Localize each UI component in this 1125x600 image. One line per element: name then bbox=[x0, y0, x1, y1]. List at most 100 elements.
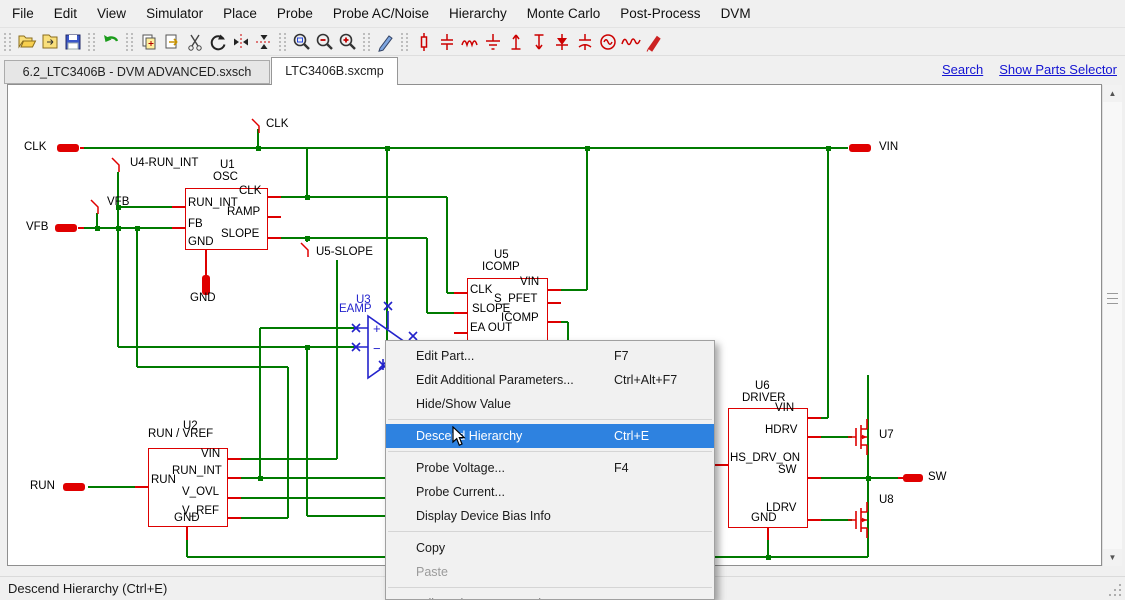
context-item-shortcut: Ctrl+Alt+F7 bbox=[614, 368, 677, 392]
terminal[interactable] bbox=[57, 144, 79, 152]
toolbar-grip bbox=[126, 33, 133, 51]
menu-probe[interactable]: Probe bbox=[267, 6, 323, 21]
context-item-copy[interactable]: Copy bbox=[386, 536, 714, 560]
scroll-thumb-grip[interactable] bbox=[1107, 293, 1118, 294]
menu-file[interactable]: File bbox=[2, 6, 44, 21]
vertical-scrollbar[interactable]: ▲▼ bbox=[1102, 85, 1122, 566]
link-search[interactable]: Search bbox=[942, 62, 983, 77]
toolbar-grip bbox=[401, 33, 408, 51]
context-item-label: Hide/Show Value bbox=[416, 397, 511, 411]
resize-grip-icon[interactable] bbox=[1109, 584, 1123, 598]
context-item-edit-hotkey-command[interactable]: Edit Hotkey Command bbox=[386, 592, 714, 600]
context-item-paste[interactable]: Paste bbox=[386, 560, 714, 584]
copy-icon[interactable] bbox=[137, 31, 160, 54]
zoom-out-icon[interactable] bbox=[313, 31, 336, 54]
toolbar bbox=[0, 29, 1125, 56]
terminal[interactable] bbox=[903, 474, 923, 482]
menu-separator bbox=[386, 416, 714, 424]
context-item-label: Probe Voltage... bbox=[416, 461, 505, 475]
menu-place[interactable]: Place bbox=[213, 6, 267, 21]
menu-edit[interactable]: Edit bbox=[44, 6, 87, 21]
diode-icon[interactable] bbox=[550, 31, 573, 54]
zoom-area-icon[interactable] bbox=[290, 31, 313, 54]
scroll-down-arrow-icon[interactable]: ▼ bbox=[1103, 549, 1122, 566]
terminal[interactable] bbox=[849, 144, 871, 152]
cut-icon[interactable] bbox=[183, 31, 206, 54]
mouse-cursor bbox=[452, 426, 467, 453]
toolbar-grip bbox=[279, 33, 286, 51]
top-links: Search Show Parts Selector bbox=[942, 62, 1117, 77]
context-item-hide-show-value[interactable]: Hide/Show Value bbox=[386, 392, 714, 416]
menu-separator bbox=[386, 528, 714, 536]
context-item-label: Edit Additional Parameters... bbox=[416, 373, 574, 387]
capacitor-icon[interactable] bbox=[435, 31, 458, 54]
menu-separator bbox=[386, 584, 714, 592]
toolbar-grip bbox=[363, 33, 370, 51]
probe-up-icon[interactable] bbox=[504, 31, 527, 54]
wire-icon[interactable] bbox=[374, 31, 397, 54]
probe-down-icon[interactable] bbox=[527, 31, 550, 54]
component-box[interactable] bbox=[728, 408, 808, 528]
save-icon[interactable] bbox=[61, 31, 84, 54]
context-item-label: Copy bbox=[416, 541, 445, 555]
menu-monte-carlo[interactable]: Monte Carlo bbox=[517, 6, 611, 21]
status-text: Descend Hierarchy (Ctrl+E) bbox=[8, 581, 167, 596]
context-item-label: Paste bbox=[416, 565, 448, 579]
context-item-edit-additional-parameters[interactable]: Edit Additional Parameters... Ctrl+Alt+F7 bbox=[386, 368, 714, 392]
component-box[interactable] bbox=[467, 278, 548, 348]
rotate-icon[interactable] bbox=[206, 31, 229, 54]
probe-pen-icon[interactable] bbox=[642, 31, 665, 54]
context-item-probe-voltage[interactable]: Probe Voltage... F4 bbox=[386, 456, 714, 480]
menu-hierarchy[interactable]: Hierarchy bbox=[439, 6, 517, 21]
scroll-thumb-grip[interactable] bbox=[1107, 298, 1118, 299]
svg-text:−: − bbox=[373, 341, 381, 356]
context-item-label: Probe Current... bbox=[416, 485, 505, 499]
toolbar-grip bbox=[4, 33, 11, 51]
context-item-label: Edit Part... bbox=[416, 349, 474, 363]
waveform-icon[interactable] bbox=[619, 31, 642, 54]
context-item-descend-hierarchy[interactable]: Descend Hierarchy Ctrl+E bbox=[386, 424, 714, 448]
ground-icon[interactable] bbox=[481, 31, 504, 54]
component-box[interactable] bbox=[185, 188, 268, 250]
scroll-thumb-grip[interactable] bbox=[1107, 303, 1118, 304]
context-menu: Edit Part...F7Edit Additional Parameters… bbox=[385, 340, 715, 600]
new-file-icon[interactable] bbox=[38, 31, 61, 54]
inductor-icon[interactable] bbox=[458, 31, 481, 54]
polarized-capacitor-icon[interactable] bbox=[573, 31, 596, 54]
context-item-label: Descend Hierarchy bbox=[416, 429, 522, 443]
mosfet-symbol[interactable] bbox=[846, 500, 872, 545]
menu-probe-ac-noise[interactable]: Probe AC/Noise bbox=[323, 6, 439, 21]
menu-separator bbox=[386, 448, 714, 456]
paste-icon[interactable] bbox=[160, 31, 183, 54]
menu-dvm[interactable]: DVM bbox=[711, 6, 761, 21]
mirror-vertical-icon[interactable] bbox=[229, 31, 252, 54]
terminal[interactable] bbox=[55, 224, 77, 232]
svg-text:+: + bbox=[373, 321, 381, 336]
context-item-display-device-bias-info[interactable]: Display Device Bias Info bbox=[386, 504, 714, 528]
menu-bar: FileEditViewSimulatorPlaceProbeProbe AC/… bbox=[0, 0, 1125, 28]
toolbar-grip bbox=[88, 33, 95, 51]
mirror-horizontal-icon[interactable] bbox=[252, 31, 275, 54]
component-box[interactable] bbox=[148, 448, 228, 527]
open-file-icon[interactable] bbox=[15, 31, 38, 54]
tab-6-2-ltc3406b-dvm-advanced-sxsch[interactable]: 6.2_LTC3406B - DVM ADVANCED.sxsch bbox=[4, 60, 270, 84]
terminal[interactable] bbox=[202, 275, 210, 295]
context-item-probe-current[interactable]: Probe Current... bbox=[386, 480, 714, 504]
context-item-label: Display Device Bias Info bbox=[416, 509, 551, 523]
zoom-in-icon[interactable] bbox=[336, 31, 359, 54]
resistor-icon[interactable] bbox=[412, 31, 435, 54]
mosfet-symbol[interactable] bbox=[846, 417, 872, 462]
menu-post-process[interactable]: Post-Process bbox=[610, 6, 710, 21]
terminal[interactable] bbox=[63, 483, 85, 491]
context-item-edit-part[interactable]: Edit Part... F7 bbox=[386, 344, 714, 368]
menu-view[interactable]: View bbox=[87, 6, 136, 21]
context-item-shortcut: Ctrl+E bbox=[614, 424, 649, 448]
link-show-parts-selector[interactable]: Show Parts Selector bbox=[999, 62, 1117, 77]
context-item-shortcut: F7 bbox=[614, 344, 629, 368]
menu-simulator[interactable]: Simulator bbox=[136, 6, 213, 21]
tab-ltc3406b-sxcmp[interactable]: LTC3406B.sxcmp bbox=[271, 57, 398, 85]
ac-source-icon[interactable] bbox=[596, 31, 619, 54]
context-item-shortcut: F4 bbox=[614, 456, 629, 480]
scroll-up-arrow-icon[interactable]: ▲ bbox=[1103, 85, 1122, 102]
undo-icon[interactable] bbox=[99, 31, 122, 54]
